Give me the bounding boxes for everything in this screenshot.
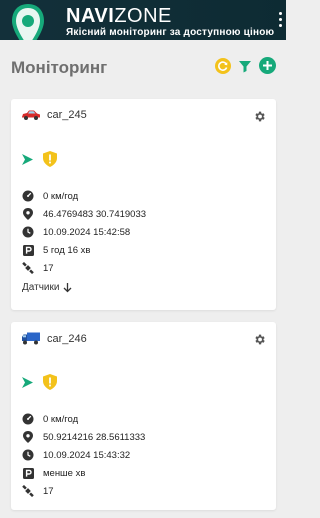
brand: NAVIZONE Якісний моніторинг за доступною…	[66, 6, 274, 38]
parking-value: 5 год 16 хв	[43, 244, 91, 256]
parking-value: менше хв	[43, 467, 86, 479]
speed-value: 0 км/год	[43, 190, 79, 202]
coordinates-row: 50.9214216 28.5611333	[22, 428, 145, 446]
location-icon	[22, 431, 34, 443]
play-arrow-icon	[22, 153, 33, 165]
location-icon	[22, 208, 34, 220]
satellites-value: 17	[43, 262, 54, 274]
brand-name: NAVIZONE	[66, 5, 172, 27]
refresh-icon[interactable]	[215, 57, 231, 74]
coordinates-value: 50.9214216 28.5611333	[43, 431, 146, 443]
vehicle-details: 0 км/год 46.4769483 30.7419033 10.09.202…	[22, 187, 146, 277]
location-pin-logo	[12, 4, 44, 40]
app-header: NAVIZONE Якісний моніторинг за доступною…	[0, 0, 286, 40]
satellites-row: 17	[22, 259, 146, 277]
vehicle-status	[22, 374, 57, 390]
red-car-icon	[22, 110, 40, 120]
gear-icon[interactable]	[253, 333, 266, 346]
blue-truck-icon	[22, 332, 40, 345]
vehicle-name: car_246	[47, 332, 87, 345]
play-arrow-icon	[22, 376, 33, 388]
vehicle-details: 0 км/год 50.9214216 28.5611333 10.09.202…	[22, 410, 145, 500]
datetime-row: 10.09.2024 15:43:32	[22, 446, 145, 464]
clock-icon	[22, 226, 34, 238]
speedometer-icon	[22, 413, 34, 425]
gear-icon[interactable]	[253, 110, 266, 123]
add-icon[interactable]	[259, 57, 276, 74]
parking-row: менше хв	[22, 464, 145, 482]
vehicle-status	[22, 151, 57, 167]
parking-row: 5 год 16 хв	[22, 241, 146, 259]
datetime-row: 10.09.2024 15:42:58	[22, 223, 146, 241]
vehicle-header[interactable]: car_246	[21, 332, 87, 345]
vehicle-card[interactable]: car_245 0 км/год 46.4769483 30.7419033 1…	[11, 99, 276, 310]
speed-value: 0 км/год	[43, 413, 79, 425]
parking-icon	[22, 467, 34, 479]
more-menu-icon[interactable]	[278, 12, 284, 28]
coordinates-value: 46.4769483 30.7419033	[43, 208, 147, 220]
speedometer-icon	[22, 190, 34, 202]
satellites-value: 17	[43, 485, 54, 497]
datetime-value: 10.09.2024 15:43:32	[43, 449, 131, 461]
parking-icon	[22, 244, 34, 256]
satellite-icon	[22, 262, 34, 274]
warning-shield-icon	[43, 151, 57, 167]
page-title: Моніторинг	[11, 58, 108, 77]
sensors-label: Датчики	[22, 282, 60, 293]
sensors-toggle[interactable]: Датчики	[22, 282, 72, 293]
satellite-icon	[22, 485, 34, 497]
warning-shield-icon	[43, 374, 57, 390]
coordinates-row: 46.4769483 30.7419033	[22, 205, 146, 223]
satellites-row: 17	[22, 482, 145, 500]
datetime-value: 10.09.2024 15:42:58	[43, 226, 131, 238]
vehicle-name: car_245	[47, 109, 87, 121]
vehicle-header[interactable]: car_245	[21, 109, 87, 121]
arrow-down-icon	[63, 282, 72, 292]
clock-icon	[22, 449, 34, 461]
speed-row: 0 км/год	[22, 187, 146, 205]
filter-icon[interactable]	[237, 58, 253, 74]
brand-tagline: Якісний моніторинг за доступною ціною	[66, 27, 275, 38]
vehicle-card[interactable]: car_246 0 км/год 50.9214216 28.5611333 1…	[11, 322, 276, 510]
toolbar-actions	[215, 57, 276, 74]
speed-row: 0 км/год	[22, 410, 145, 428]
